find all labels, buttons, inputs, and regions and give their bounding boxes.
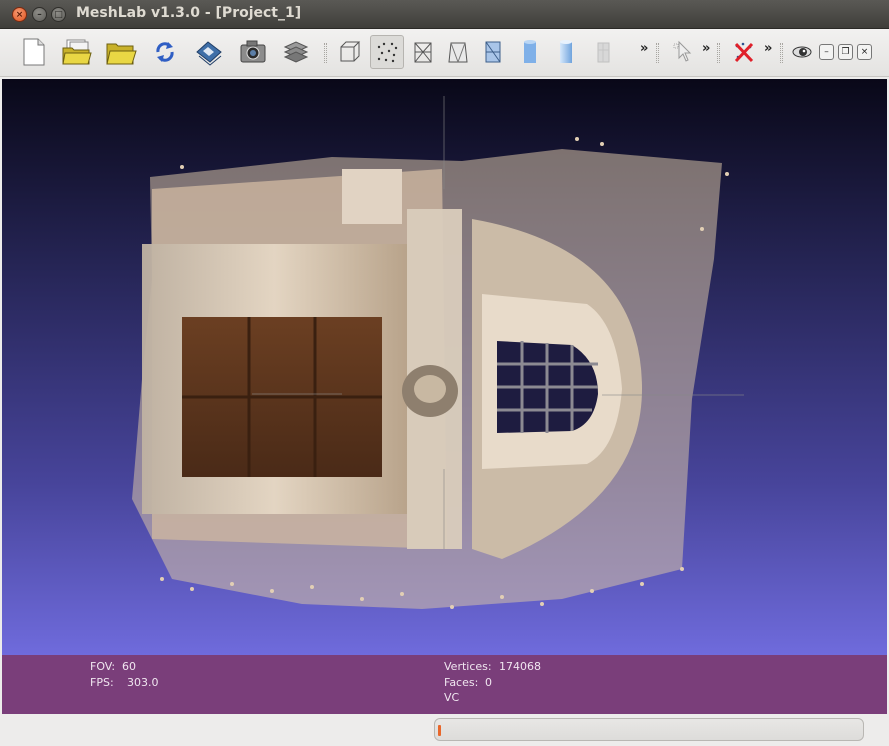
import-mesh-button[interactable] bbox=[104, 35, 138, 69]
more-render-tools[interactable]: » bbox=[640, 41, 648, 56]
window-title: MeshLab v1.3.0 - [Project_1] bbox=[76, 5, 302, 21]
3d-viewport[interactable] bbox=[2, 79, 887, 655]
mdi-restore-button[interactable]: ❐ bbox=[838, 44, 853, 60]
texture-mode-button[interactable] bbox=[586, 35, 620, 69]
progress-fill bbox=[438, 725, 441, 736]
hidden-lines-mode-button[interactable] bbox=[441, 35, 475, 69]
flat-lines-icon bbox=[485, 41, 501, 63]
vertices-label: Vertices: bbox=[444, 660, 492, 673]
fps-label: FPS: bbox=[90, 676, 114, 689]
eye-icon bbox=[792, 46, 812, 58]
select-icon bbox=[673, 40, 692, 62]
new-project-button[interactable] bbox=[17, 35, 51, 69]
main-toolbar: » » » – ❐ × bbox=[0, 29, 889, 77]
title-bar[interactable]: × – □ MeshLab v1.3.0 - [Project_1] bbox=[0, 0, 889, 29]
open-stack-icon bbox=[62, 39, 92, 65]
bounding-box-button[interactable] bbox=[333, 35, 367, 69]
toolbar-separator bbox=[324, 43, 327, 63]
save-button[interactable] bbox=[192, 35, 226, 69]
render-shader-button[interactable] bbox=[787, 35, 817, 69]
window-maximize-button[interactable]: □ bbox=[51, 7, 66, 22]
new-file-icon bbox=[23, 38, 45, 66]
wireframe-icon bbox=[414, 42, 432, 63]
flat-lines-mode-button[interactable] bbox=[476, 35, 510, 69]
faces-value: 0 bbox=[485, 676, 492, 689]
toolbar-separator bbox=[780, 43, 783, 63]
mdi-close-button[interactable]: × bbox=[857, 44, 872, 60]
points-mode-button[interactable] bbox=[370, 35, 404, 69]
smooth-mode-button[interactable] bbox=[549, 35, 583, 69]
meshlab-window: × – □ MeshLab v1.3.0 - [Project_1] » » »… bbox=[0, 0, 889, 746]
texture-icon bbox=[597, 42, 610, 63]
bbox-icon bbox=[340, 41, 361, 62]
layers-button[interactable] bbox=[279, 35, 313, 69]
fps-value: 303.0 bbox=[127, 676, 159, 689]
info-panel: FOV: 60 FPS: 303.0 Vertices: 174068 Face… bbox=[2, 655, 887, 714]
window-minimize-button[interactable]: – bbox=[32, 7, 47, 22]
faces-label: Faces: bbox=[444, 676, 479, 689]
point-cloud-render bbox=[132, 96, 744, 609]
more-filter-tools[interactable]: » bbox=[764, 41, 772, 56]
snapshot-button[interactable] bbox=[236, 35, 270, 69]
delete-vertices-icon bbox=[734, 42, 754, 63]
fov-label: FOV: bbox=[90, 660, 116, 673]
mdi-minimize-button[interactable]: – bbox=[819, 44, 834, 60]
toolbar-separator bbox=[717, 43, 720, 63]
save-icon bbox=[196, 41, 222, 66]
more-edit-tools[interactable]: » bbox=[702, 41, 710, 56]
wireframe-mode-button[interactable] bbox=[406, 35, 440, 69]
fov-value: 60 bbox=[122, 660, 136, 673]
status-bar bbox=[0, 714, 889, 746]
hidden-lines-icon bbox=[448, 42, 468, 63]
select-tool-button[interactable] bbox=[665, 35, 699, 69]
layers-icon bbox=[283, 41, 309, 63]
window-close-button[interactable]: × bbox=[12, 7, 27, 22]
points-icon bbox=[377, 42, 398, 63]
flat-mode-button[interactable] bbox=[513, 35, 547, 69]
smooth-icon bbox=[560, 40, 572, 63]
vertices-value: 174068 bbox=[499, 660, 541, 673]
delete-vertices-button[interactable] bbox=[727, 35, 761, 69]
camera-icon bbox=[240, 40, 266, 63]
open-folder-icon bbox=[106, 43, 137, 65]
reload-button[interactable] bbox=[148, 35, 182, 69]
open-project-button[interactable] bbox=[60, 35, 94, 69]
progress-bar bbox=[434, 718, 864, 741]
color-mode-label: VC bbox=[444, 691, 460, 704]
flat-icon bbox=[524, 40, 536, 63]
reload-icon bbox=[156, 42, 174, 62]
toolbar-separator bbox=[656, 43, 659, 63]
